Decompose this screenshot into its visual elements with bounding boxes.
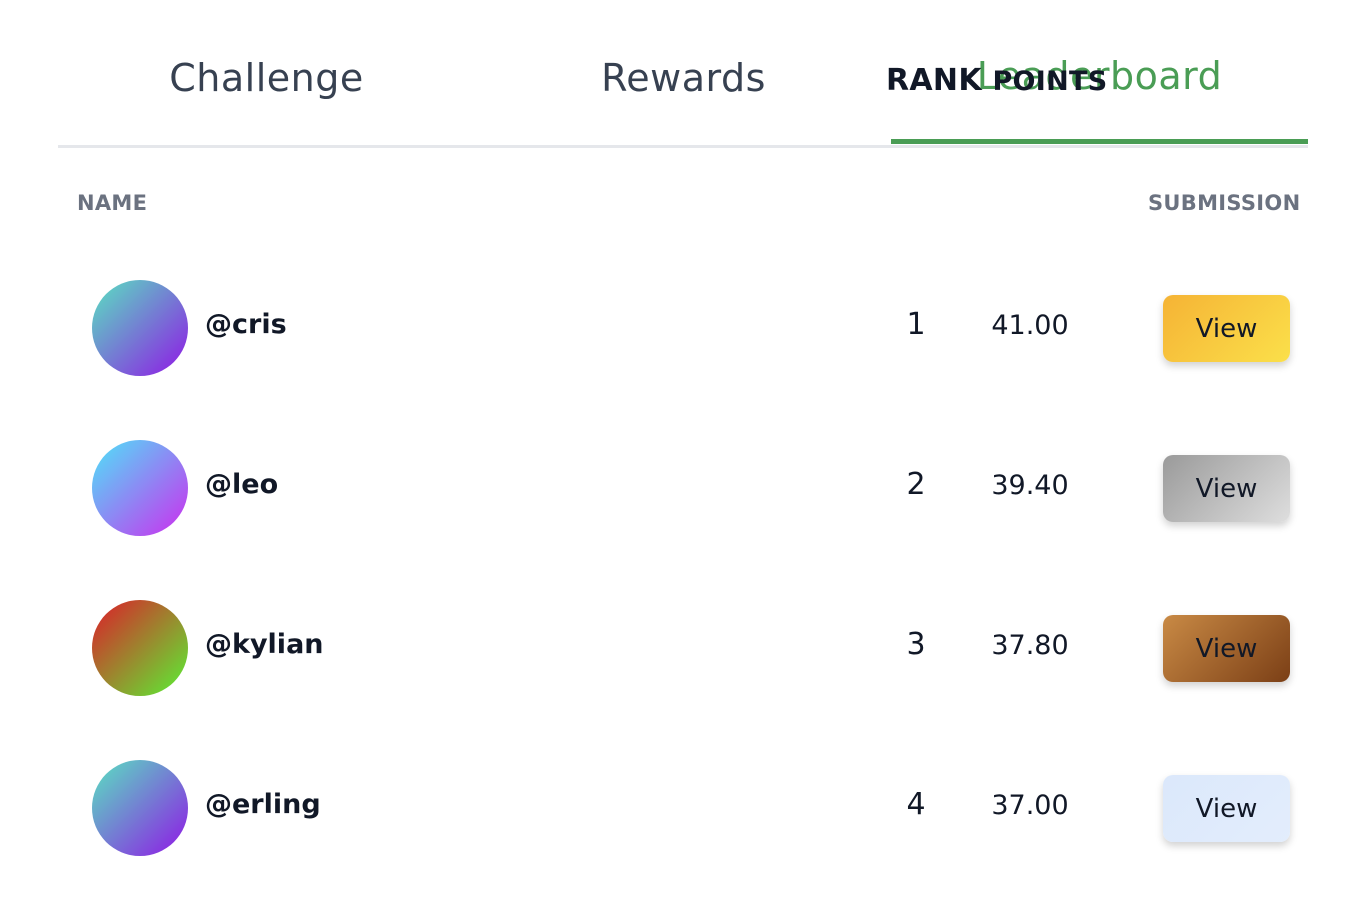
- active-tab-indicator: [891, 139, 1308, 144]
- username: @erling: [205, 789, 321, 820]
- rank-value: 3: [906, 627, 926, 662]
- view-submission-button[interactable]: View: [1163, 455, 1290, 522]
- points-value: 37.80: [991, 630, 1069, 661]
- column-header-rank: RANK: [886, 63, 982, 98]
- avatar: [92, 600, 188, 696]
- leaderboard-row: @cris 1 41.00 View: [58, 244, 1308, 404]
- tab-challenge[interactable]: Challenge: [58, 56, 475, 100]
- rank-value: 4: [906, 787, 926, 822]
- view-submission-button[interactable]: View: [1163, 775, 1290, 842]
- avatar: [92, 440, 188, 536]
- points-value: 37.00: [991, 790, 1069, 821]
- username: @cris: [205, 309, 287, 340]
- avatar: [92, 280, 188, 376]
- view-submission-button[interactable]: View: [1163, 615, 1290, 682]
- tab-rewards[interactable]: Rewards: [475, 56, 892, 100]
- leaderboard-row: @erling 4 37.00 View: [58, 724, 1308, 884]
- tab-bar: Challenge Rewards Leaderboard: [58, 0, 1308, 148]
- rank-value: 1: [906, 307, 926, 342]
- column-header-submission: SUBMISSION: [1148, 191, 1301, 215]
- username: @kylian: [205, 629, 324, 660]
- column-header-name: NAME: [77, 191, 148, 215]
- avatar: [92, 760, 188, 856]
- username: @leo: [205, 469, 279, 500]
- leaderboard-row: @kylian 3 37.80 View: [58, 564, 1308, 724]
- points-value: 39.40: [991, 470, 1069, 501]
- view-submission-button[interactable]: View: [1163, 295, 1290, 362]
- rank-value: 2: [906, 467, 926, 502]
- column-header-points: POINTS: [992, 66, 1108, 97]
- points-value: 41.00: [991, 310, 1069, 341]
- leaderboard-row: @leo 2 39.40 View: [58, 404, 1308, 564]
